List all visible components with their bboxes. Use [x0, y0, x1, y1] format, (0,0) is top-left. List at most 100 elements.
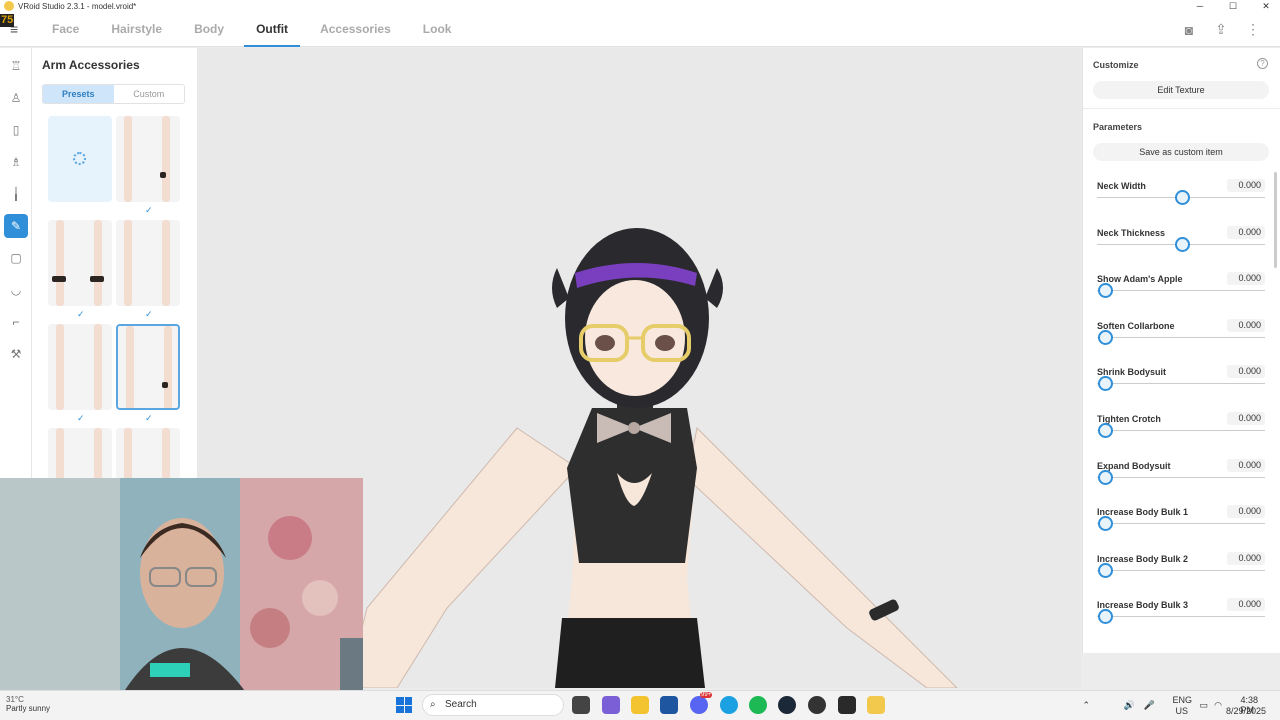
param-slider-handle[interactable]: [1098, 469, 1113, 485]
param-row: Tighten Crotch 0.000: [1097, 412, 1265, 460]
param-value-field[interactable]: 0.000: [1227, 551, 1265, 565]
tab-hairstyle[interactable]: Hairstyle: [99, 12, 174, 47]
preset-thumbnail[interactable]: [116, 324, 180, 410]
close-button[interactable]: ✕: [1256, 0, 1276, 12]
custom-tab[interactable]: Custom: [114, 85, 185, 103]
pants-icon[interactable]: ▯: [4, 118, 28, 142]
weather-widget[interactable]: 31°C Partly sunny: [6, 695, 50, 713]
param-value-field[interactable]: 0.000: [1227, 365, 1265, 379]
param-value-field[interactable]: 0.000: [1227, 598, 1265, 612]
param-slider-track[interactable]: [1097, 290, 1265, 292]
obs-icon[interactable]: [808, 696, 826, 714]
top-icon[interactable]: ♖: [4, 54, 28, 78]
app-icon[interactable]: [838, 696, 856, 714]
param-value-field[interactable]: 0.000: [1227, 225, 1265, 239]
steam-icon[interactable]: [778, 696, 796, 714]
param-slider-handle[interactable]: [1098, 376, 1113, 392]
param-slider-track[interactable]: [1097, 336, 1265, 338]
preset-thumbnail[interactable]: [116, 428, 180, 480]
share-icon[interactable]: ⇪: [1214, 21, 1228, 38]
tab-look[interactable]: Look: [411, 12, 464, 47]
underwear-icon[interactable]: ◡: [4, 278, 28, 302]
wifi-icon[interactable]: ◠: [1214, 700, 1222, 711]
edge-icon[interactable]: [720, 696, 738, 714]
param-slider-track[interactable]: [1097, 383, 1265, 385]
maximize-button[interactable]: ☐: [1223, 0, 1243, 12]
param-value-field[interactable]: 0.000: [1227, 318, 1265, 332]
minimize-button[interactable]: ─: [1190, 0, 1210, 12]
store-icon[interactable]: [660, 696, 678, 714]
param-slider-handle[interactable]: [1098, 562, 1113, 578]
vroid-taskbar-icon[interactable]: [867, 696, 885, 714]
param-row: Shrink Bodysuit 0.000: [1097, 365, 1265, 413]
param-slider-track[interactable]: [1097, 569, 1265, 571]
onepiece-icon[interactable]: ♗: [4, 150, 28, 174]
param-value-field[interactable]: 0.000: [1227, 412, 1265, 425]
language-top[interactable]: ENG: [1172, 695, 1192, 705]
tab-body[interactable]: Body: [182, 12, 236, 47]
chevron-up-icon[interactable]: ⌃: [1082, 700, 1090, 711]
preset-arm: [94, 324, 102, 410]
task-view-icon[interactable]: [572, 696, 590, 714]
volume-icon[interactable]: 🔊: [1124, 700, 1135, 711]
taskbar: 31°C Partly sunny ⌕ Search 99+ ⌃ 🔊 🎤 ENG…: [0, 690, 1280, 720]
param-slider-track[interactable]: [1097, 616, 1265, 618]
preset-bracelet: [160, 172, 166, 178]
param-slider-handle[interactable]: [1098, 423, 1113, 438]
param-label: Increase Body Bulk 1: [1097, 507, 1189, 518]
param-slider-track[interactable]: [1097, 523, 1265, 525]
webcam-feed: [0, 478, 363, 698]
param-label: Increase Body Bulk 3: [1097, 600, 1189, 611]
preset-none[interactable]: [48, 116, 112, 202]
param-row: Expand Bodysuit 0.000: [1097, 458, 1265, 507]
search-label: Search: [445, 699, 477, 710]
language-bottom[interactable]: US: [1175, 706, 1188, 716]
clock-date[interactable]: 8/29/2025: [1226, 706, 1266, 716]
mic-icon[interactable]: 🎤: [1144, 700, 1155, 711]
param-slider-handle[interactable]: [1098, 283, 1113, 299]
legwear-icon[interactable]: ▢: [4, 246, 28, 270]
param-slider-handle[interactable]: [1174, 236, 1190, 252]
parameter-scrollbar[interactable]: [1274, 172, 1277, 268]
param-value-field[interactable]: 0.000: [1227, 272, 1265, 286]
display-icon[interactable]: ▭: [1199, 700, 1208, 711]
spotify-icon[interactable]: [749, 696, 767, 714]
preset-thumbnail[interactable]: [116, 116, 180, 202]
preset-thumbnail[interactable]: [48, 220, 112, 306]
taskbar-search[interactable]: ⌕ Search: [422, 694, 564, 716]
arm-accessory-icon[interactable]: ✎: [4, 214, 28, 238]
edit-texture-button[interactable]: Edit Texture: [1093, 81, 1269, 99]
preset-thumbnail[interactable]: [48, 324, 112, 410]
param-value-field[interactable]: 0.000: [1227, 505, 1265, 519]
more-vertical-icon[interactable]: ⋮: [1246, 21, 1260, 38]
tab-accessories[interactable]: Accessories: [308, 12, 403, 47]
help-icon[interactable]: ?: [1257, 58, 1268, 69]
param-slider-track[interactable]: [1097, 476, 1265, 478]
preset-thumbnail[interactable]: [48, 428, 112, 480]
start-icon[interactable]: [396, 697, 412, 713]
presets-tab[interactable]: Presets: [43, 85, 114, 103]
param-slider-handle[interactable]: [1098, 609, 1113, 625]
save-custom-item-button[interactable]: Save as custom item: [1093, 143, 1269, 161]
param-slider-handle[interactable]: [1098, 516, 1113, 532]
wrench-icon[interactable]: ⚒: [4, 342, 28, 366]
shirt-icon[interactable]: ♙: [4, 86, 28, 110]
camera-icon[interactable]: ◙: [1182, 22, 1196, 38]
divider: [1083, 108, 1280, 109]
param-slider-handle[interactable]: [1174, 190, 1190, 205]
param-value-field[interactable]: 0.000: [1227, 458, 1265, 472]
copilot-icon[interactable]: [602, 696, 620, 714]
glove-icon[interactable]: ╽: [4, 182, 28, 206]
weather-text: Partly sunny: [6, 704, 51, 713]
preset-arm: [56, 324, 64, 410]
preset-thumbnail[interactable]: [116, 220, 180, 306]
param-slider-track[interactable]: [1097, 430, 1265, 431]
param-slider-handle[interactable]: [1098, 329, 1113, 345]
param-value-field[interactable]: 0.000: [1227, 179, 1265, 192]
discord-icon[interactable]: [690, 696, 708, 714]
tab-outfit[interactable]: Outfit: [244, 12, 301, 47]
shoes-icon[interactable]: ⌐: [4, 310, 28, 334]
tab-face[interactable]: Face: [40, 12, 91, 47]
file-explorer-icon[interactable]: [631, 696, 649, 714]
preset-arm: [124, 116, 132, 202]
